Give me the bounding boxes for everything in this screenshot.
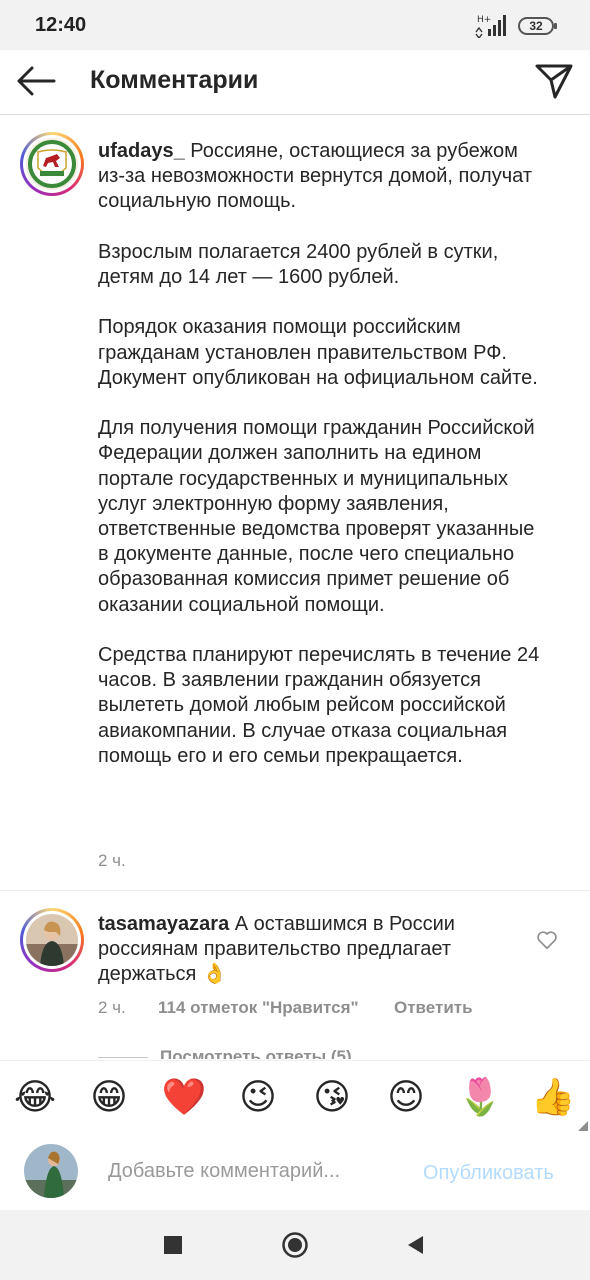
user-photo: [26, 914, 78, 966]
emoji-smile[interactable]: 😊: [383, 1075, 429, 1121]
page-title: Комментарии: [90, 66, 259, 94]
signal-icon: H+: [475, 15, 506, 38]
emoji-heart[interactable]: ❤️: [161, 1075, 207, 1121]
direct-send-icon[interactable]: [534, 62, 574, 100]
comment-input[interactable]: [98, 1153, 418, 1189]
network-label: H+: [477, 15, 491, 25]
back-arrow-icon[interactable]: [14, 64, 58, 98]
replies-line: [98, 1057, 148, 1058]
current-user-avatar: [24, 1144, 78, 1198]
emoji-tulip[interactable]: 🌷: [457, 1075, 503, 1121]
system-nav-bar: [0, 1210, 590, 1280]
post-caption: ufadays_ Россияне, остающиеся за рубежом…: [98, 139, 548, 769]
top-bar: Комментарии: [0, 50, 590, 115]
comment-author-username[interactable]: tasamayazara: [98, 913, 229, 935]
back-triangle-icon[interactable]: [405, 1234, 425, 1256]
view-replies-link[interactable]: Посмотреть ответы (5): [160, 1047, 352, 1059]
status-time: 12:40: [35, 14, 87, 36]
reply-button[interactable]: Ответить: [394, 998, 473, 1018]
emoji-grin[interactable]: 😁: [86, 1075, 132, 1121]
comment-author-avatar[interactable]: [20, 908, 84, 972]
status-bar: 12:40 H+ 32: [0, 0, 590, 50]
emoji-tears-of-joy[interactable]: 😂: [12, 1075, 58, 1121]
publish-button[interactable]: Опубликовать: [423, 1162, 554, 1185]
battery-icon: 32: [518, 17, 557, 35]
comment-input-row: Опубликовать: [0, 1135, 590, 1211]
emoji-thumbs-up[interactable]: 👍: [530, 1075, 576, 1121]
caption-paragraph: Для получения помощи гражданин Российско…: [98, 417, 541, 616]
post-author-username[interactable]: ufadays_: [98, 140, 185, 162]
caption-paragraph: Средства планируют перечислять в течение…: [98, 644, 545, 767]
like-heart-icon[interactable]: [536, 929, 558, 951]
comment-likes-link[interactable]: 114 отметок "Нравится": [158, 998, 359, 1018]
recent-apps-icon[interactable]: [164, 1236, 182, 1254]
emoji-kiss[interactable]: 😘: [309, 1075, 355, 1121]
comment-timestamp: 2 ч.: [98, 998, 126, 1017]
post-timestamp: 2 ч.: [98, 851, 126, 870]
home-icon[interactable]: [282, 1232, 308, 1258]
comment-body: tasamayazara А оставшимся в России росси…: [98, 912, 518, 987]
caption-paragraph: Взрослым полагается 2400 рублей в сутки,…: [98, 240, 504, 288]
emoji-bar: 😂 😁 ❤️ 😉 😘 😊 🌷 👍: [0, 1060, 590, 1136]
ufa-emblem-icon: [26, 138, 78, 190]
resize-corner-icon: [578, 1121, 588, 1131]
post-author-avatar[interactable]: [20, 132, 84, 196]
caption-paragraph: Порядок оказания помощи российским гражд…: [98, 316, 538, 389]
divider: [0, 890, 590, 891]
emoji-wink[interactable]: 😉: [235, 1075, 281, 1121]
